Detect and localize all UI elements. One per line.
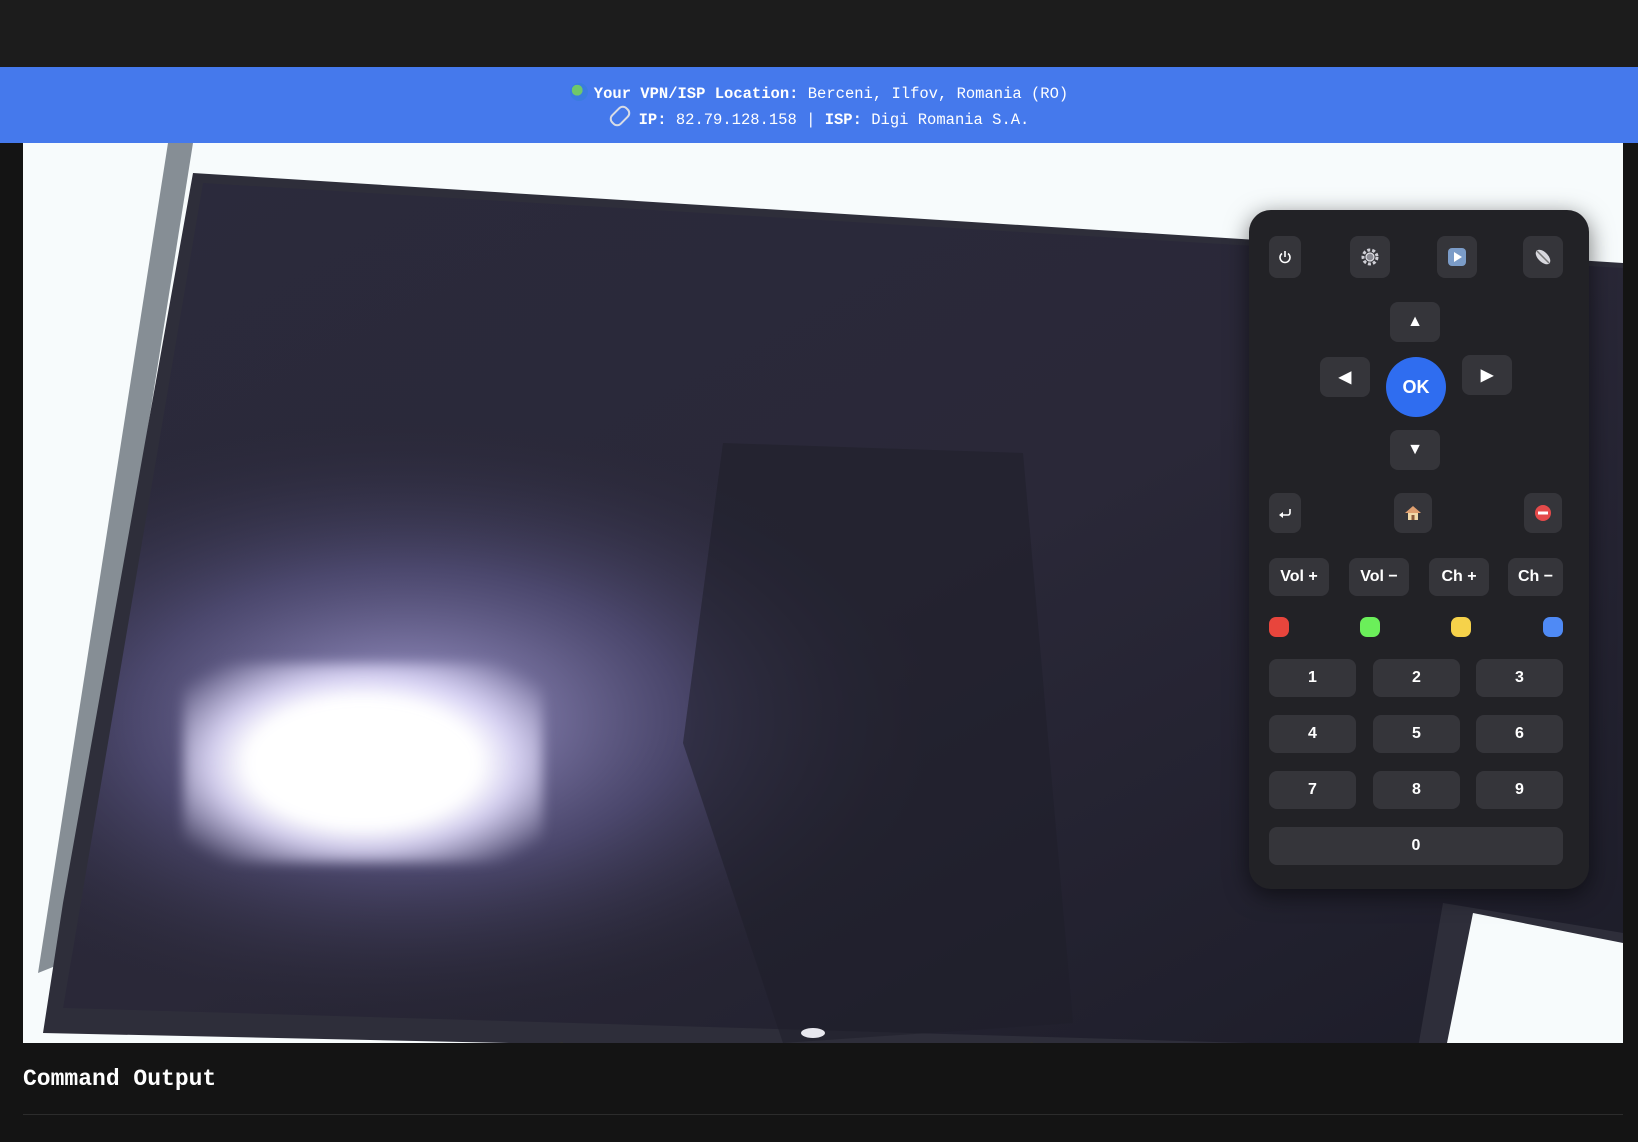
- green-key-button[interactable]: [1360, 617, 1380, 637]
- digit-1-button[interactable]: 1: [1269, 659, 1356, 697]
- ip-value: 82.79.128.158: [675, 111, 797, 129]
- channel-down-button[interactable]: Ch −: [1508, 558, 1563, 596]
- digit-7-button[interactable]: 7: [1269, 771, 1356, 809]
- power-icon: [1279, 251, 1291, 264]
- isp-value: Digi Romania S.A.: [871, 111, 1030, 129]
- blue-key-button[interactable]: [1543, 617, 1563, 637]
- settings-icon: [1361, 248, 1379, 266]
- vpn-location-line: Your VPN/ISP Location: Berceni, Ilfov, R…: [0, 83, 1638, 103]
- power-button[interactable]: [1269, 236, 1301, 278]
- home-icon: [1405, 506, 1421, 520]
- stop-icon: [1535, 505, 1551, 521]
- digit-5-button[interactable]: 5: [1373, 715, 1460, 753]
- digit-0-button[interactable]: 0: [1269, 827, 1563, 865]
- vpn-ip-line: IP: 82.79.128.158 | ISP: Digi Romania S.…: [0, 103, 1638, 129]
- link-icon: [606, 103, 633, 129]
- globe-icon: [569, 83, 588, 101]
- command-output-divider: [23, 1114, 1623, 1115]
- dpad-left-button[interactable]: ◀: [1320, 357, 1370, 397]
- digit-4-button[interactable]: 4: [1269, 715, 1356, 753]
- tv-remote-panel: ▲ ◀ OK ▶ ▼ Vol + Vol − Ch + Ch − 1 2 3 4…: [1249, 210, 1589, 889]
- yellow-key-button[interactable]: [1451, 617, 1471, 637]
- digit-9-button[interactable]: 9: [1476, 771, 1563, 809]
- digit-6-button[interactable]: 6: [1476, 715, 1563, 753]
- back-button[interactable]: [1269, 493, 1301, 533]
- channel-up-button[interactable]: Ch +: [1429, 558, 1489, 596]
- top-bar: [0, 0, 1638, 67]
- home-button[interactable]: [1394, 493, 1432, 533]
- volume-down-button[interactable]: Vol −: [1349, 558, 1409, 596]
- vpn-location-banner: Your VPN/ISP Location: Berceni, Ilfov, R…: [0, 67, 1638, 143]
- volume-up-button[interactable]: Vol +: [1269, 558, 1329, 596]
- screen-glare: [183, 663, 543, 863]
- satellite-icon: [1535, 249, 1551, 265]
- input-source-button[interactable]: [1523, 236, 1563, 278]
- separator: |: [806, 111, 816, 129]
- location-value: Berceni, Ilfov, Romania (RO): [807, 85, 1069, 103]
- command-output-title: Command Output: [23, 1066, 217, 1092]
- dpad-up-button[interactable]: ▲: [1390, 302, 1440, 342]
- exit-button[interactable]: [1524, 493, 1562, 533]
- red-key-button[interactable]: [1269, 617, 1289, 637]
- location-label: Your VPN/ISP Location:: [593, 85, 799, 103]
- isp-label: ISP:: [824, 111, 862, 129]
- play-icon: [1448, 248, 1466, 266]
- dpad-right-button[interactable]: ▶: [1462, 355, 1512, 395]
- ok-button[interactable]: OK: [1386, 357, 1446, 417]
- digit-2-button[interactable]: 2: [1373, 659, 1460, 697]
- digit-8-button[interactable]: 8: [1373, 771, 1460, 809]
- settings-button[interactable]: [1350, 236, 1390, 278]
- digit-3-button[interactable]: 3: [1476, 659, 1563, 697]
- ip-label: IP:: [638, 111, 667, 129]
- back-icon: [1279, 509, 1291, 518]
- dpad-down-button[interactable]: ▼: [1390, 430, 1440, 470]
- play-button[interactable]: [1437, 236, 1477, 278]
